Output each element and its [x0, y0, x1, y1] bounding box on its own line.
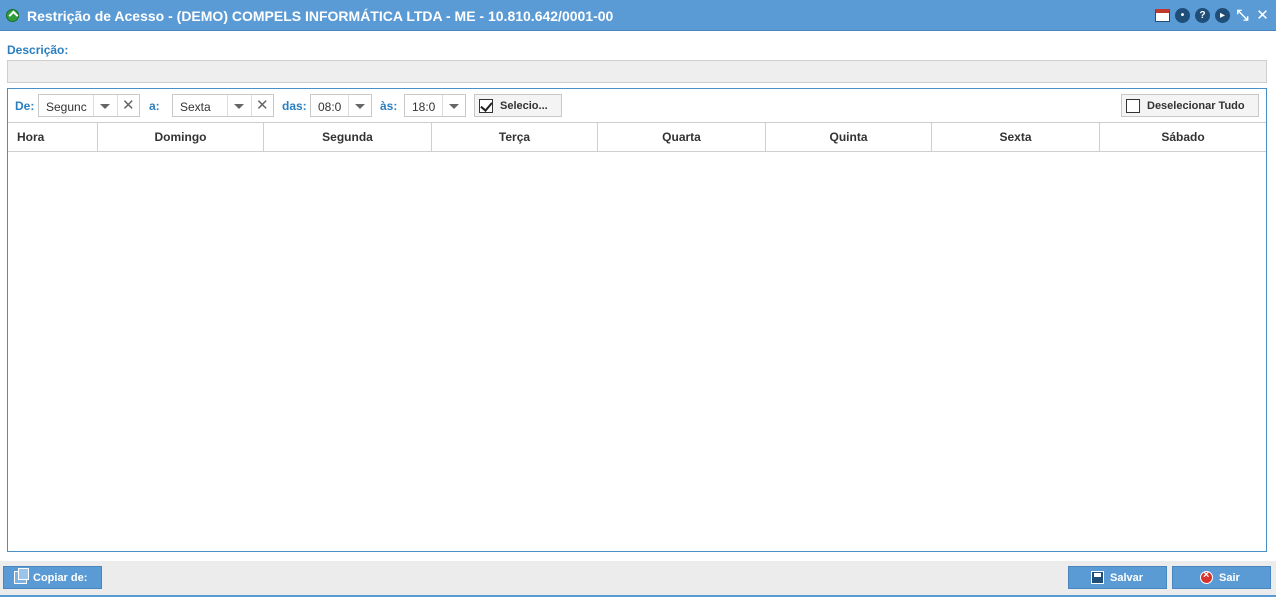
from-day-select[interactable]: Segunc ✕ [38, 94, 140, 117]
schedule-grid-body[interactable] [8, 152, 1266, 551]
description-input[interactable] [7, 60, 1267, 83]
column-header-sabado[interactable]: Sábado [1100, 123, 1266, 151]
description-label: Descrição: [7, 43, 69, 57]
checkbox-checked-icon[interactable] [479, 99, 493, 113]
window-tools: • ? ▸ ⤡ ✕ [1155, 8, 1270, 23]
exit-label: Sair [1219, 571, 1240, 584]
deselect-all-button[interactable]: Deselecionar Tudo [1121, 94, 1259, 117]
to-day-label: a: [149, 99, 160, 113]
floppy-disk-icon [1091, 571, 1104, 584]
start-time-select[interactable]: 08:0 [310, 94, 372, 117]
chevron-down-icon[interactable] [355, 104, 365, 109]
exit-button[interactable]: Sair [1172, 566, 1271, 589]
combo-divider [251, 95, 252, 116]
calendar-icon[interactable] [1155, 9, 1170, 22]
compress-icon[interactable]: ⤡ [1235, 8, 1250, 23]
combo-divider [442, 95, 443, 116]
column-header-quarta[interactable]: Quarta [598, 123, 766, 151]
footer-bar: Copiar de: Salvar Sair [0, 561, 1276, 597]
exit-icon [1200, 569, 1213, 584]
column-header-sexta[interactable]: Sexta [932, 123, 1100, 151]
end-time-label: às: [380, 99, 398, 113]
save-label: Salvar [1110, 571, 1144, 584]
combo-divider [227, 95, 228, 116]
column-header-segunda[interactable]: Segunda [264, 123, 432, 151]
start-time-label: das: [282, 99, 307, 113]
chevron-down-icon[interactable] [100, 104, 110, 109]
chevron-down-icon[interactable] [234, 104, 244, 109]
window-titlebar: Restrição de Acesso - (DEMO) COMPELS INF… [0, 0, 1276, 31]
end-time-value: 18:0 [412, 100, 436, 114]
copy-icon [14, 568, 29, 584]
start-time-value: 08:0 [318, 100, 342, 114]
schedule-panel: De: Segunc ✕ a: Sexta ✕ das: 08:0 às: 18… [7, 88, 1267, 552]
checkbox-empty-icon[interactable] [1126, 99, 1140, 113]
end-time-select[interactable]: 18:0 [404, 94, 466, 117]
from-day-label: De: [15, 99, 35, 113]
copy-from-label: Copiar de: [33, 571, 88, 584]
column-header-domingo[interactable]: Domingo [98, 123, 264, 151]
deselect-all-label: Deselecionar Tudo [1147, 100, 1245, 112]
select-all-label: Selecio... [500, 100, 548, 112]
help-icon[interactable]: ? [1195, 8, 1210, 23]
record-icon[interactable]: • [1175, 8, 1190, 23]
play-icon[interactable]: ▸ [1215, 8, 1230, 23]
column-header-hora[interactable]: Hora [8, 123, 98, 151]
clear-icon[interactable]: ✕ [256, 98, 269, 113]
schedule-grid-header: Hora Domingo Segunda Terça Quarta Quinta… [8, 122, 1266, 152]
chevron-down-icon[interactable] [449, 104, 459, 109]
close-icon[interactable]: ✕ [1255, 8, 1270, 23]
column-header-terca[interactable]: Terça [432, 123, 598, 151]
combo-divider [117, 95, 118, 116]
from-day-value: Segunc [46, 100, 87, 114]
select-all-button[interactable]: Selecio... [474, 94, 562, 117]
column-header-quinta[interactable]: Quinta [766, 123, 932, 151]
window-app-icon [6, 9, 19, 22]
save-button[interactable]: Salvar [1068, 566, 1167, 589]
to-day-select[interactable]: Sexta ✕ [172, 94, 274, 117]
window-title: Restrição de Acesso - (DEMO) COMPELS INF… [27, 8, 614, 24]
combo-divider [93, 95, 94, 116]
clear-icon[interactable]: ✕ [122, 98, 135, 113]
to-day-value: Sexta [180, 100, 211, 114]
copy-from-button[interactable]: Copiar de: [3, 566, 102, 589]
combo-divider [348, 95, 349, 116]
